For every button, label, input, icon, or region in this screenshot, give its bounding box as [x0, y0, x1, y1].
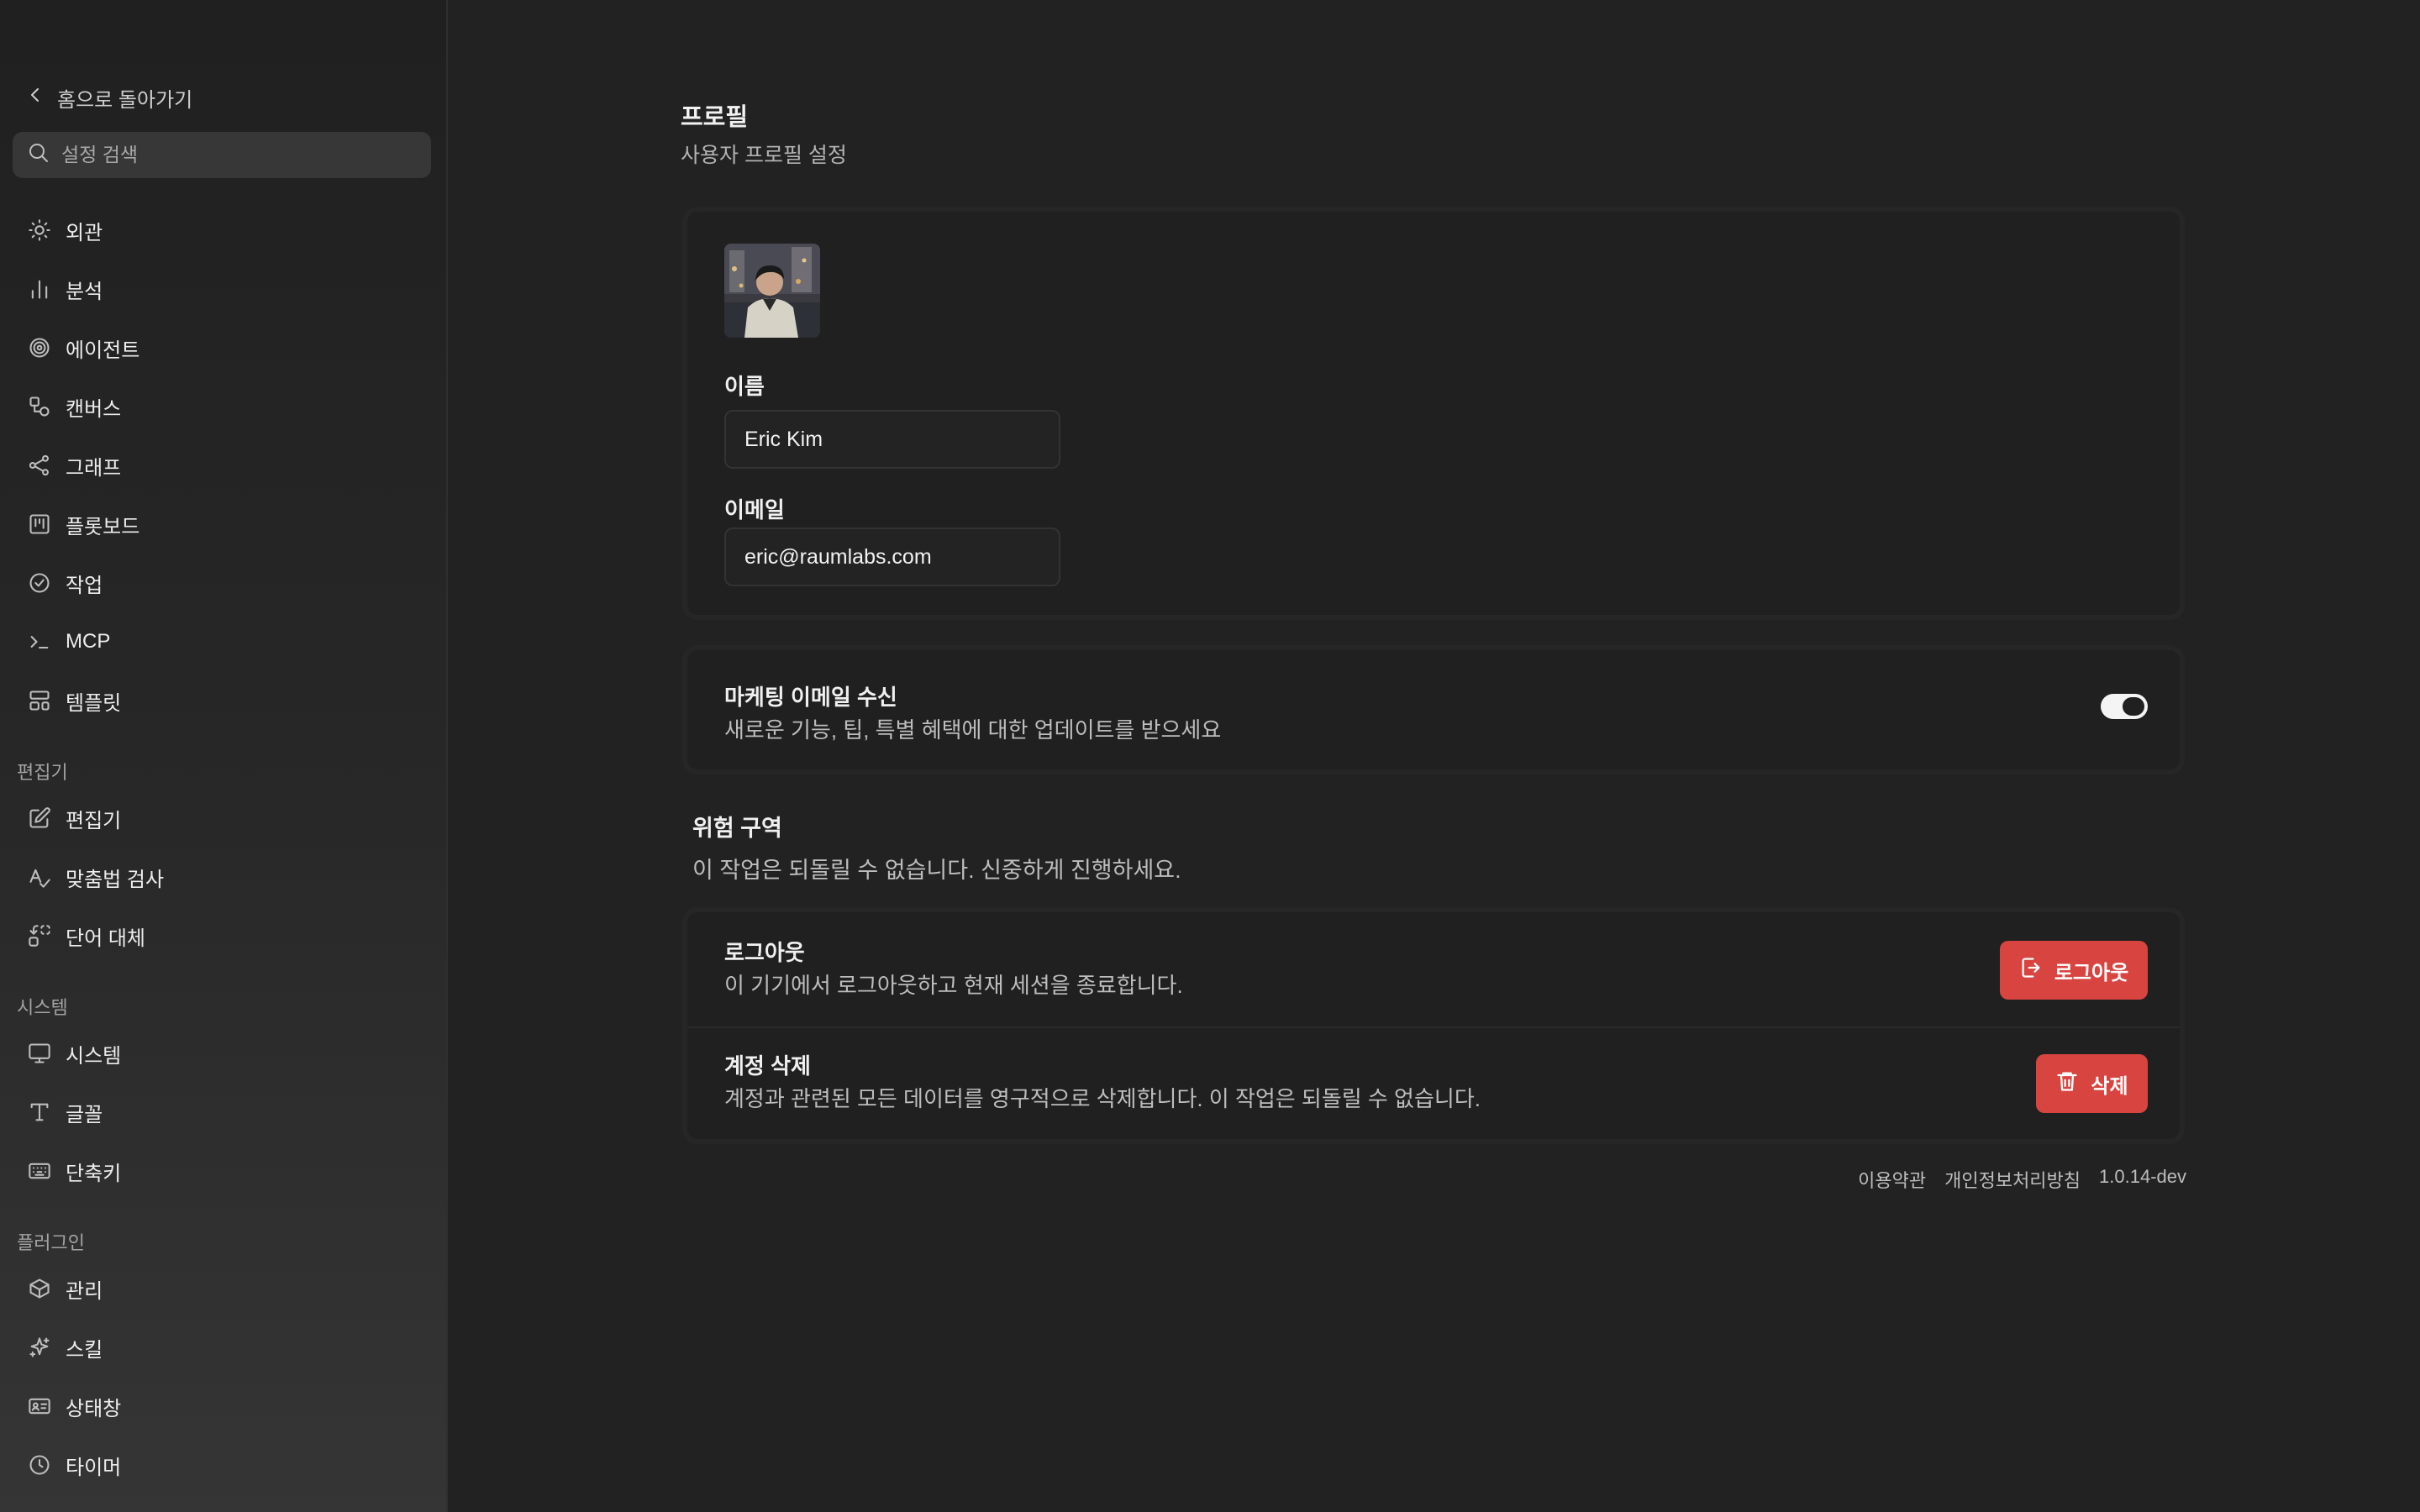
- clock-icon: [27, 1452, 52, 1478]
- sidebar-item-shortcuts[interactable]: 단축키: [17, 1148, 429, 1194]
- sidebar-item-label: 시스템: [66, 1044, 122, 1068]
- sidebar-item-label: 맞춤법 검사: [66, 868, 165, 891]
- sidebar-item-appearance[interactable]: 외관: [17, 207, 429, 253]
- bar-chart-icon: [27, 276, 52, 302]
- sidebar-item-skills[interactable]: 스킬: [17, 1325, 429, 1370]
- sidebar-item-label: 외관: [66, 221, 103, 244]
- page-subtitle: 사용자 프로필 설정: [681, 144, 847, 167]
- sidebar-item-spellcheck[interactable]: 맞춤법 검사: [17, 854, 429, 900]
- sidebar-item-system[interactable]: 시스템: [17, 1031, 429, 1076]
- sidebar-item-fonts[interactable]: 글꼴: [17, 1089, 429, 1135]
- sidebar-item-statusbar[interactable]: 상태창: [17, 1383, 429, 1429]
- box-icon: [27, 1276, 52, 1301]
- marketing-card: 마케팅 이메일 수신 새로운 기능, 팁, 특별 혜택에 대한 업데이트를 받으…: [682, 645, 2185, 774]
- delete-account-button[interactable]: 삭제: [2036, 1054, 2148, 1113]
- sidebar-item-canvas[interactable]: 캔버스: [17, 384, 429, 429]
- monitor-icon: [27, 1041, 52, 1066]
- sidebar-item-word-replace[interactable]: 단어 대체: [17, 913, 429, 958]
- marketing-title: 마케팅 이메일 수신: [724, 685, 897, 710]
- sidebar-item-plotboard[interactable]: 플롯보드: [17, 501, 429, 547]
- sidebar-item-label: 그래프: [66, 456, 122, 480]
- back-to-home-link[interactable]: 홈으로 돌아가기: [27, 81, 192, 114]
- logout-description: 이 기기에서 로그아웃하고 현재 세션을 종료합니다.: [724, 973, 1183, 998]
- row-separator: [687, 1026, 2180, 1028]
- danger-zone-description: 이 작업은 되돌릴 수 없습니다. 신중하게 진행하세요.: [692, 858, 1181, 883]
- settings-sidebar: 홈으로 돌아가기 외관 분석 에이전트 캔버스 그래프 플롯보드 작업 MCP: [0, 0, 446, 1512]
- sidebar-item-editor[interactable]: 편집기: [17, 795, 429, 841]
- logout-button[interactable]: 로그아웃: [2000, 941, 2148, 1000]
- delete-account-title: 계정 삭제: [724, 1053, 811, 1079]
- terms-link[interactable]: 이용약관: [1858, 1166, 1926, 1193]
- logout-button-label: 로그아웃: [2054, 961, 2129, 984]
- sidebar-item-timer[interactable]: 타이머: [17, 1442, 429, 1488]
- logout-icon: [2019, 956, 2043, 985]
- layout-icon: [27, 688, 52, 713]
- type-icon: [27, 1100, 52, 1125]
- sidebar-item-label: 작업: [66, 574, 103, 597]
- chevron-left-icon: [27, 85, 44, 111]
- shapes-icon: [27, 394, 52, 419]
- sidebar-item-label: 분석: [66, 280, 103, 303]
- toggle-knob: [2123, 697, 2144, 716]
- profile-card: 이름 이메일: [682, 207, 2185, 620]
- sun-icon: [27, 218, 52, 243]
- privacy-link[interactable]: 개인정보처리방침: [1944, 1166, 2081, 1193]
- sidebar-item-label: 플롯보드: [66, 515, 140, 538]
- avatar[interactable]: [724, 244, 820, 338]
- sidebar-item-label: 에이전트: [66, 339, 140, 362]
- trash-icon: [2055, 1069, 2079, 1099]
- sidebar-item-graph[interactable]: 그래프: [17, 443, 429, 488]
- terminal-icon: [27, 629, 52, 654]
- email-input[interactable]: [724, 528, 1060, 586]
- replace-icon: [27, 923, 52, 948]
- sidebar-item-label: 단어 대체: [66, 927, 145, 950]
- section-label-editor: 편집기: [17, 762, 68, 783]
- sidebar-item-label: 템플릿: [66, 691, 122, 715]
- sidebar-item-manage[interactable]: 관리: [17, 1266, 429, 1311]
- check-circle-icon: [27, 570, 52, 596]
- version-label: 1.0.14-dev: [2099, 1166, 2186, 1187]
- sidebar-item-templates[interactable]: 템플릿: [17, 678, 429, 723]
- sidebar-item-label: 캔버스: [66, 397, 122, 421]
- sidebar-item-label: 단축키: [66, 1162, 122, 1185]
- keyboard-icon: [27, 1158, 52, 1184]
- spiral-icon: [27, 335, 52, 360]
- danger-zone-title: 위험 구역: [692, 816, 782, 841]
- id-card-icon: [27, 1394, 52, 1419]
- name-input[interactable]: [724, 410, 1060, 469]
- marketing-description: 새로운 기능, 팁, 특별 혜택에 대한 업데이트를 받으세요: [724, 717, 1222, 743]
- spell-check-icon: [27, 864, 52, 890]
- delete-button-label: 삭제: [2091, 1074, 2128, 1098]
- page-title: 프로필: [681, 104, 749, 131]
- sidebar-item-mcp[interactable]: MCP: [17, 619, 429, 664]
- sidebar-item-label: 타이머: [66, 1456, 122, 1479]
- back-label: 홈으로 돌아가기: [57, 88, 193, 112]
- sidebar-divider: [446, 0, 448, 1512]
- edit-icon: [27, 806, 52, 831]
- email-label: 이메일: [724, 497, 785, 522]
- section-label-plugins: 플러그인: [17, 1232, 85, 1253]
- sidebar-item-tasks[interactable]: 작업: [17, 560, 429, 606]
- delete-account-description: 계정과 관련된 모든 데이터를 영구적으로 삭제합니다. 이 작업은 되돌릴 수…: [724, 1086, 1481, 1111]
- settings-search[interactable]: [13, 132, 431, 178]
- section-label-system: 시스템: [17, 997, 68, 1018]
- marketing-email-toggle[interactable]: [2101, 694, 2148, 719]
- kanban-icon: [27, 512, 52, 537]
- graph-icon: [27, 453, 52, 478]
- danger-zone-card: 로그아웃 이 기기에서 로그아웃하고 현재 세션을 종료합니다. 로그아웃 계정…: [682, 907, 2185, 1144]
- sidebar-item-label: 상태창: [66, 1397, 122, 1420]
- sidebar-item-agent[interactable]: 에이전트: [17, 325, 429, 370]
- search-icon: [28, 142, 50, 168]
- sidebar-item-label: MCP: [66, 630, 111, 653]
- name-label: 이름: [724, 374, 765, 399]
- sparkles-icon: [27, 1335, 52, 1360]
- footer: 이용약관 개인정보처리방침 1.0.14-dev: [1858, 1166, 2186, 1193]
- sidebar-item-label: 글꼴: [66, 1103, 103, 1126]
- search-input[interactable]: [60, 143, 416, 167]
- logout-title: 로그아웃: [724, 940, 805, 965]
- sidebar-item-label: 편집기: [66, 809, 122, 832]
- sidebar-item-analytics[interactable]: 분석: [17, 266, 429, 312]
- sidebar-item-label: 관리: [66, 1279, 103, 1303]
- sidebar-item-label: 스킬: [66, 1338, 103, 1362]
